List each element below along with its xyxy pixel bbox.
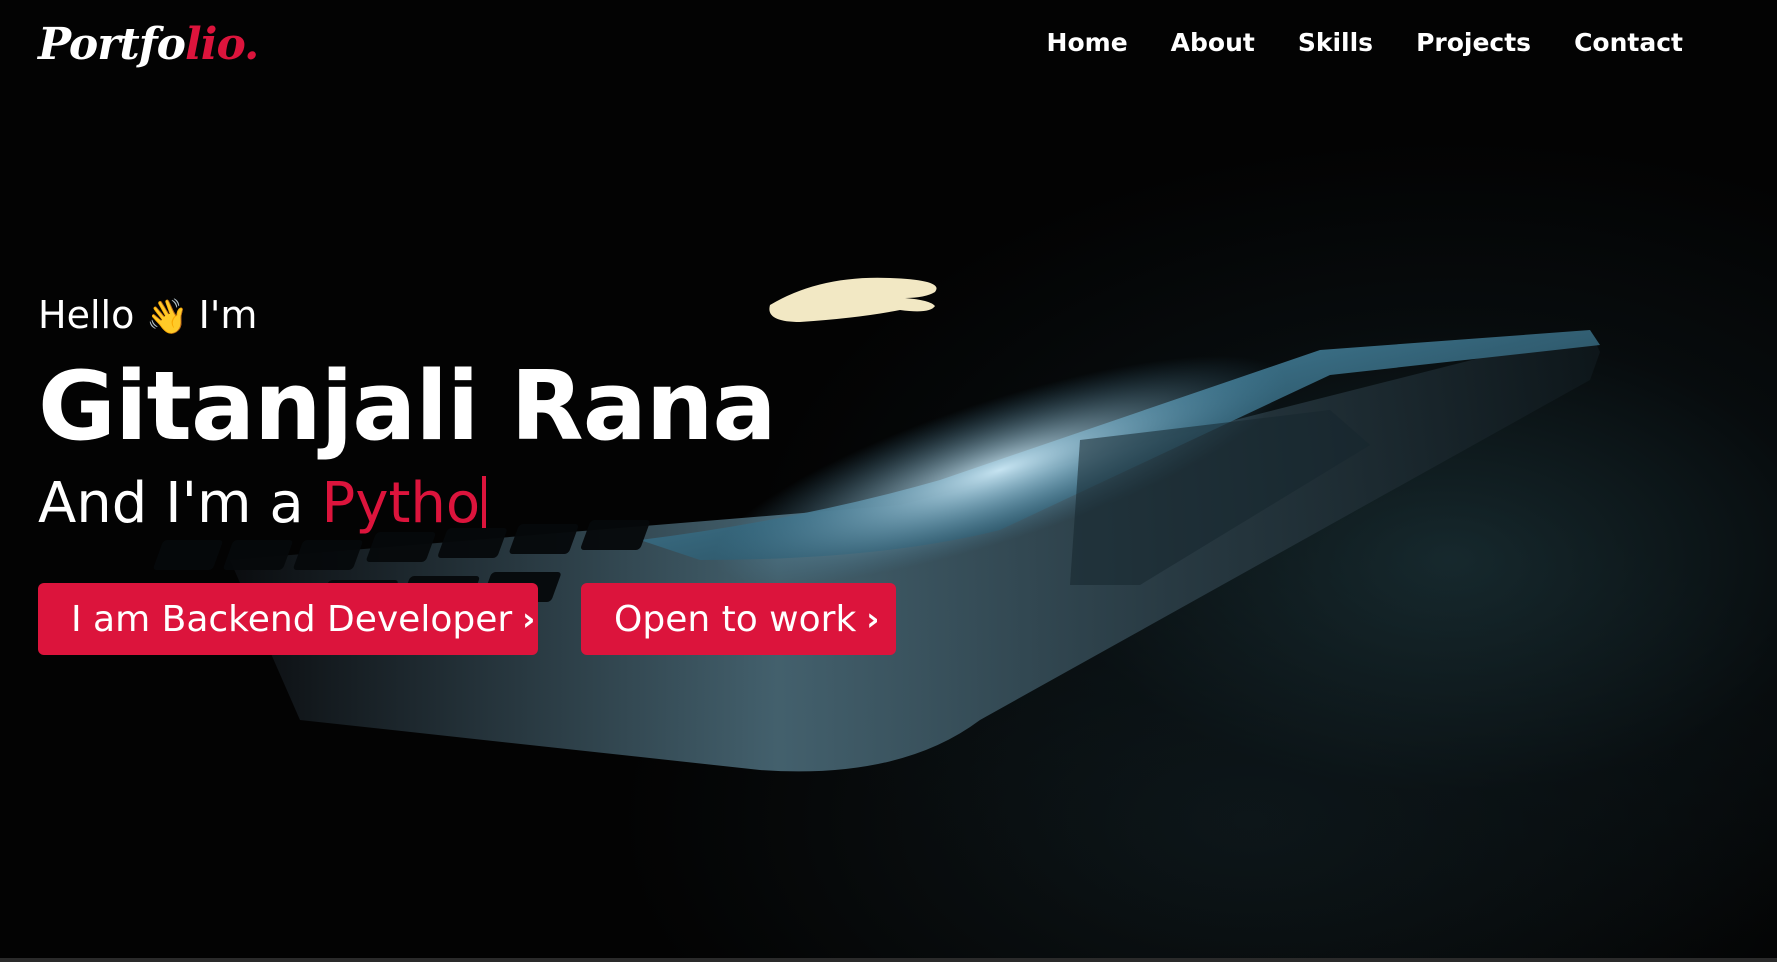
typing-cursor xyxy=(482,476,487,528)
nav-item-home[interactable]: Home xyxy=(1047,28,1128,57)
main-navigation: Home About Skills Projects Contact xyxy=(1047,22,1683,62)
portfolio-page: Portfolio. Home About Skills Projects Co… xyxy=(0,0,1777,962)
hero-section: Hello 👋 I'm Gitanjali Rana And I'm a Pytho xyxy=(38,284,777,544)
bottom-divider xyxy=(0,958,1777,962)
hero-role-line: And I'm a Pytho xyxy=(38,464,776,544)
hero-greeting: Hello 👋 I'm xyxy=(38,284,776,348)
site-logo[interactable]: Portfolio. xyxy=(38,14,259,76)
nav-item-skills[interactable]: Skills xyxy=(1298,28,1373,57)
logo-accent-text: lio. xyxy=(185,19,259,70)
greeting-prefix: Hello xyxy=(38,293,135,337)
role-prefix: And I'm a xyxy=(38,471,304,536)
backend-developer-button-label: I am Backend Developer xyxy=(71,598,513,640)
hero-name: Gitanjali Rana xyxy=(38,352,777,462)
waving-hand-icon: 👋 xyxy=(146,297,189,337)
open-to-work-button-label: Open to work xyxy=(614,598,857,640)
open-to-work-button[interactable]: Open to work › xyxy=(581,583,896,655)
chevron-right-icon: › xyxy=(866,600,880,638)
role-typed-text: Pytho xyxy=(321,471,481,536)
hero-buttons: I am Backend Developer › Open to work › xyxy=(38,583,896,655)
chevron-right-icon: › xyxy=(522,600,536,638)
nav-item-contact[interactable]: Contact xyxy=(1574,28,1683,57)
logo-main-text: Portfo xyxy=(38,19,186,70)
nav-item-about[interactable]: About xyxy=(1171,28,1255,57)
greeting-suffix: I'm xyxy=(198,293,258,337)
nav-item-projects[interactable]: Projects xyxy=(1416,28,1531,57)
backend-developer-button[interactable]: I am Backend Developer › xyxy=(38,583,538,655)
